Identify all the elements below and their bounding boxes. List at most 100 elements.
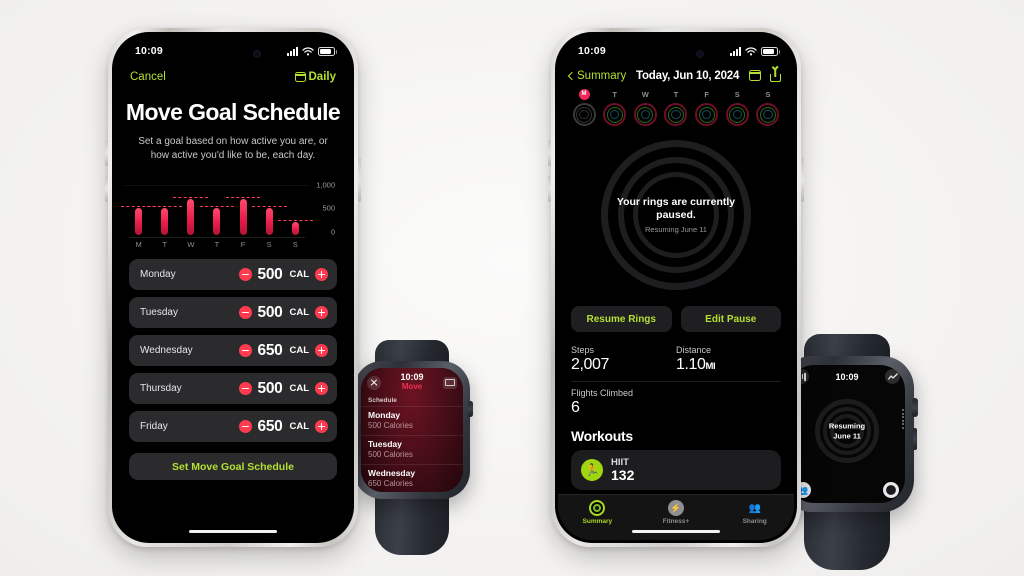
week-day[interactable]: S xyxy=(755,89,781,126)
metrics-row-1: Steps 2,007 Distance 1.10MI xyxy=(571,345,781,374)
watch-activity-rings[interactable]: Resuming June 11 xyxy=(815,399,879,464)
watch-left-section-label: Schedule xyxy=(368,397,397,405)
xtick: W xyxy=(187,240,195,249)
table-row[interactable]: Tuesday 500 CAL xyxy=(129,297,337,328)
row-value-group: 650 CAL xyxy=(238,341,328,360)
mini-rings-paused xyxy=(572,103,596,126)
volume-up-button[interactable] xyxy=(105,140,108,166)
metric-value-group: 1.10MI xyxy=(676,356,781,374)
increment-button[interactable] xyxy=(315,268,328,281)
xtick: S xyxy=(266,240,272,249)
row-value-group: 500 CAL xyxy=(238,379,328,398)
signal-bars-icon xyxy=(287,46,298,56)
tab-sharing[interactable]: 👥 Sharing xyxy=(715,500,794,526)
table-row[interactable]: Monday 500 CAL xyxy=(129,259,337,290)
week-day[interactable]: T xyxy=(663,89,689,126)
edit-pause-button[interactable]: Edit Pause xyxy=(680,306,781,332)
table-row[interactable]: Wednesday 650 CAL xyxy=(129,335,337,366)
back-to-summary-button[interactable]: Summary xyxy=(567,70,626,82)
iphone-left-screen: 10:09 Cancel Daily Move Goal Schedule Se… xyxy=(115,35,351,540)
iphone-left-bezel: 10:09 Cancel Daily Move Goal Schedule Se… xyxy=(112,32,354,543)
table-row[interactable]: Friday 650 CAL xyxy=(129,411,337,442)
metric-label: Distance xyxy=(676,345,712,355)
metric-value: 2,007 xyxy=(571,356,610,373)
increment-button[interactable] xyxy=(315,420,328,433)
week-day[interactable]: S xyxy=(724,89,750,126)
trend-line-icon[interactable] xyxy=(885,369,900,384)
trend-line-glyph xyxy=(887,372,898,380)
xtick: S xyxy=(292,240,298,249)
week-day-label: S xyxy=(765,90,771,99)
metric-flights-climbed[interactable]: Flights Climbed 6 xyxy=(571,388,781,417)
nav-icons xyxy=(748,69,781,82)
home-indicator[interactable] xyxy=(189,529,277,533)
pills-glyph xyxy=(886,485,896,495)
row-calories: 650 xyxy=(257,341,283,359)
week-day[interactable]: W xyxy=(632,89,658,126)
metric-distance[interactable]: Distance 1.10MI xyxy=(676,345,781,374)
decrement-button[interactable] xyxy=(238,382,252,395)
speaker-dots xyxy=(902,409,904,429)
tab-bar: Summary ⚡ Fitness+ 👥 Sharing xyxy=(558,494,794,540)
mini-rings xyxy=(725,103,749,126)
iphone-right-bezel: 10:09 Summary Today, Jun 10, 2024 M T W … xyxy=(555,32,797,543)
increment-button[interactable] xyxy=(315,306,328,319)
side-button[interactable] xyxy=(913,428,917,450)
increment-button[interactable] xyxy=(315,344,328,357)
volume-down-button[interactable] xyxy=(548,176,551,202)
page-title: Move Goal Schedule xyxy=(125,99,341,125)
calendar-icon xyxy=(294,72,306,82)
week-day[interactable]: M xyxy=(571,89,597,126)
activity-rings-paused[interactable]: Your rings are currently paused. Resumin… xyxy=(601,140,751,290)
table-row[interactable]: Thursday 500 CAL xyxy=(129,373,337,404)
home-indicator[interactable] xyxy=(632,529,720,533)
battery-icon xyxy=(318,46,337,56)
week-day-label: T xyxy=(612,90,617,99)
cancel-button[interactable]: Cancel xyxy=(130,71,166,83)
decrement-button[interactable] xyxy=(238,420,252,433)
chart-x-axis xyxy=(129,237,305,238)
power-button[interactable] xyxy=(801,158,804,202)
pills-icon[interactable] xyxy=(883,482,899,498)
week-day-label: M xyxy=(578,89,590,100)
tab-fitness-plus[interactable]: ⚡ Fitness+ xyxy=(637,500,716,525)
apple-watch-left: 10:09 Move Schedule Monday 500 Calories … xyxy=(349,340,475,555)
workout-card[interactable]: 🏃 HIIT 132 xyxy=(571,450,781,490)
digital-crown[interactable] xyxy=(468,401,473,417)
watch-left-app-name: Move xyxy=(401,382,423,391)
daily-button[interactable]: Daily xyxy=(294,71,336,83)
watch-left-list-item[interactable]: Monday 500 Calories xyxy=(361,406,463,435)
decrement-button[interactable] xyxy=(238,268,252,281)
volume-down-button[interactable] xyxy=(105,176,108,202)
page-subtitle: Set a goal based on how active you are, … xyxy=(138,136,328,161)
volume-up-button[interactable] xyxy=(548,140,551,166)
decrement-button[interactable] xyxy=(238,344,252,357)
power-button[interactable] xyxy=(358,158,361,202)
row-value-group: 500 CAL xyxy=(238,266,328,284)
calendar-icon[interactable] xyxy=(443,376,457,389)
watch-left-list-item[interactable]: Wednesday 650 Calories xyxy=(361,464,463,492)
resume-rings-button[interactable]: Resume Rings xyxy=(571,306,672,332)
share-icon[interactable] xyxy=(769,69,781,82)
people-icon: 👥 xyxy=(748,502,761,514)
close-icon[interactable] xyxy=(367,375,381,390)
watch-left-list-item[interactable]: Tuesday 500 Calories xyxy=(361,435,463,464)
week-day[interactable]: F xyxy=(694,89,720,126)
row-calories: 500 xyxy=(257,379,283,397)
week-day[interactable]: T xyxy=(602,89,628,126)
watch-left-time-block: 10:09 Move xyxy=(400,373,423,392)
move-goal-chart: 1,000 500 0 M T W T F S S xyxy=(121,177,335,249)
set-move-goal-schedule-button[interactable]: Set Move Goal Schedule xyxy=(129,453,337,480)
tab-summary[interactable]: Summary xyxy=(558,500,637,525)
mini-rings xyxy=(695,103,719,126)
xtick: M xyxy=(135,240,142,249)
decrement-button[interactable] xyxy=(238,306,252,319)
metric-steps[interactable]: Steps 2,007 xyxy=(571,345,676,374)
front-camera-icon xyxy=(253,50,261,58)
increment-button[interactable] xyxy=(315,382,328,395)
row-day-label: Wednesday xyxy=(140,345,193,356)
row-day-label: Tuesday xyxy=(140,307,178,318)
digital-crown[interactable] xyxy=(912,398,918,417)
calendar-icon[interactable] xyxy=(748,70,761,81)
mini-rings xyxy=(633,103,657,126)
